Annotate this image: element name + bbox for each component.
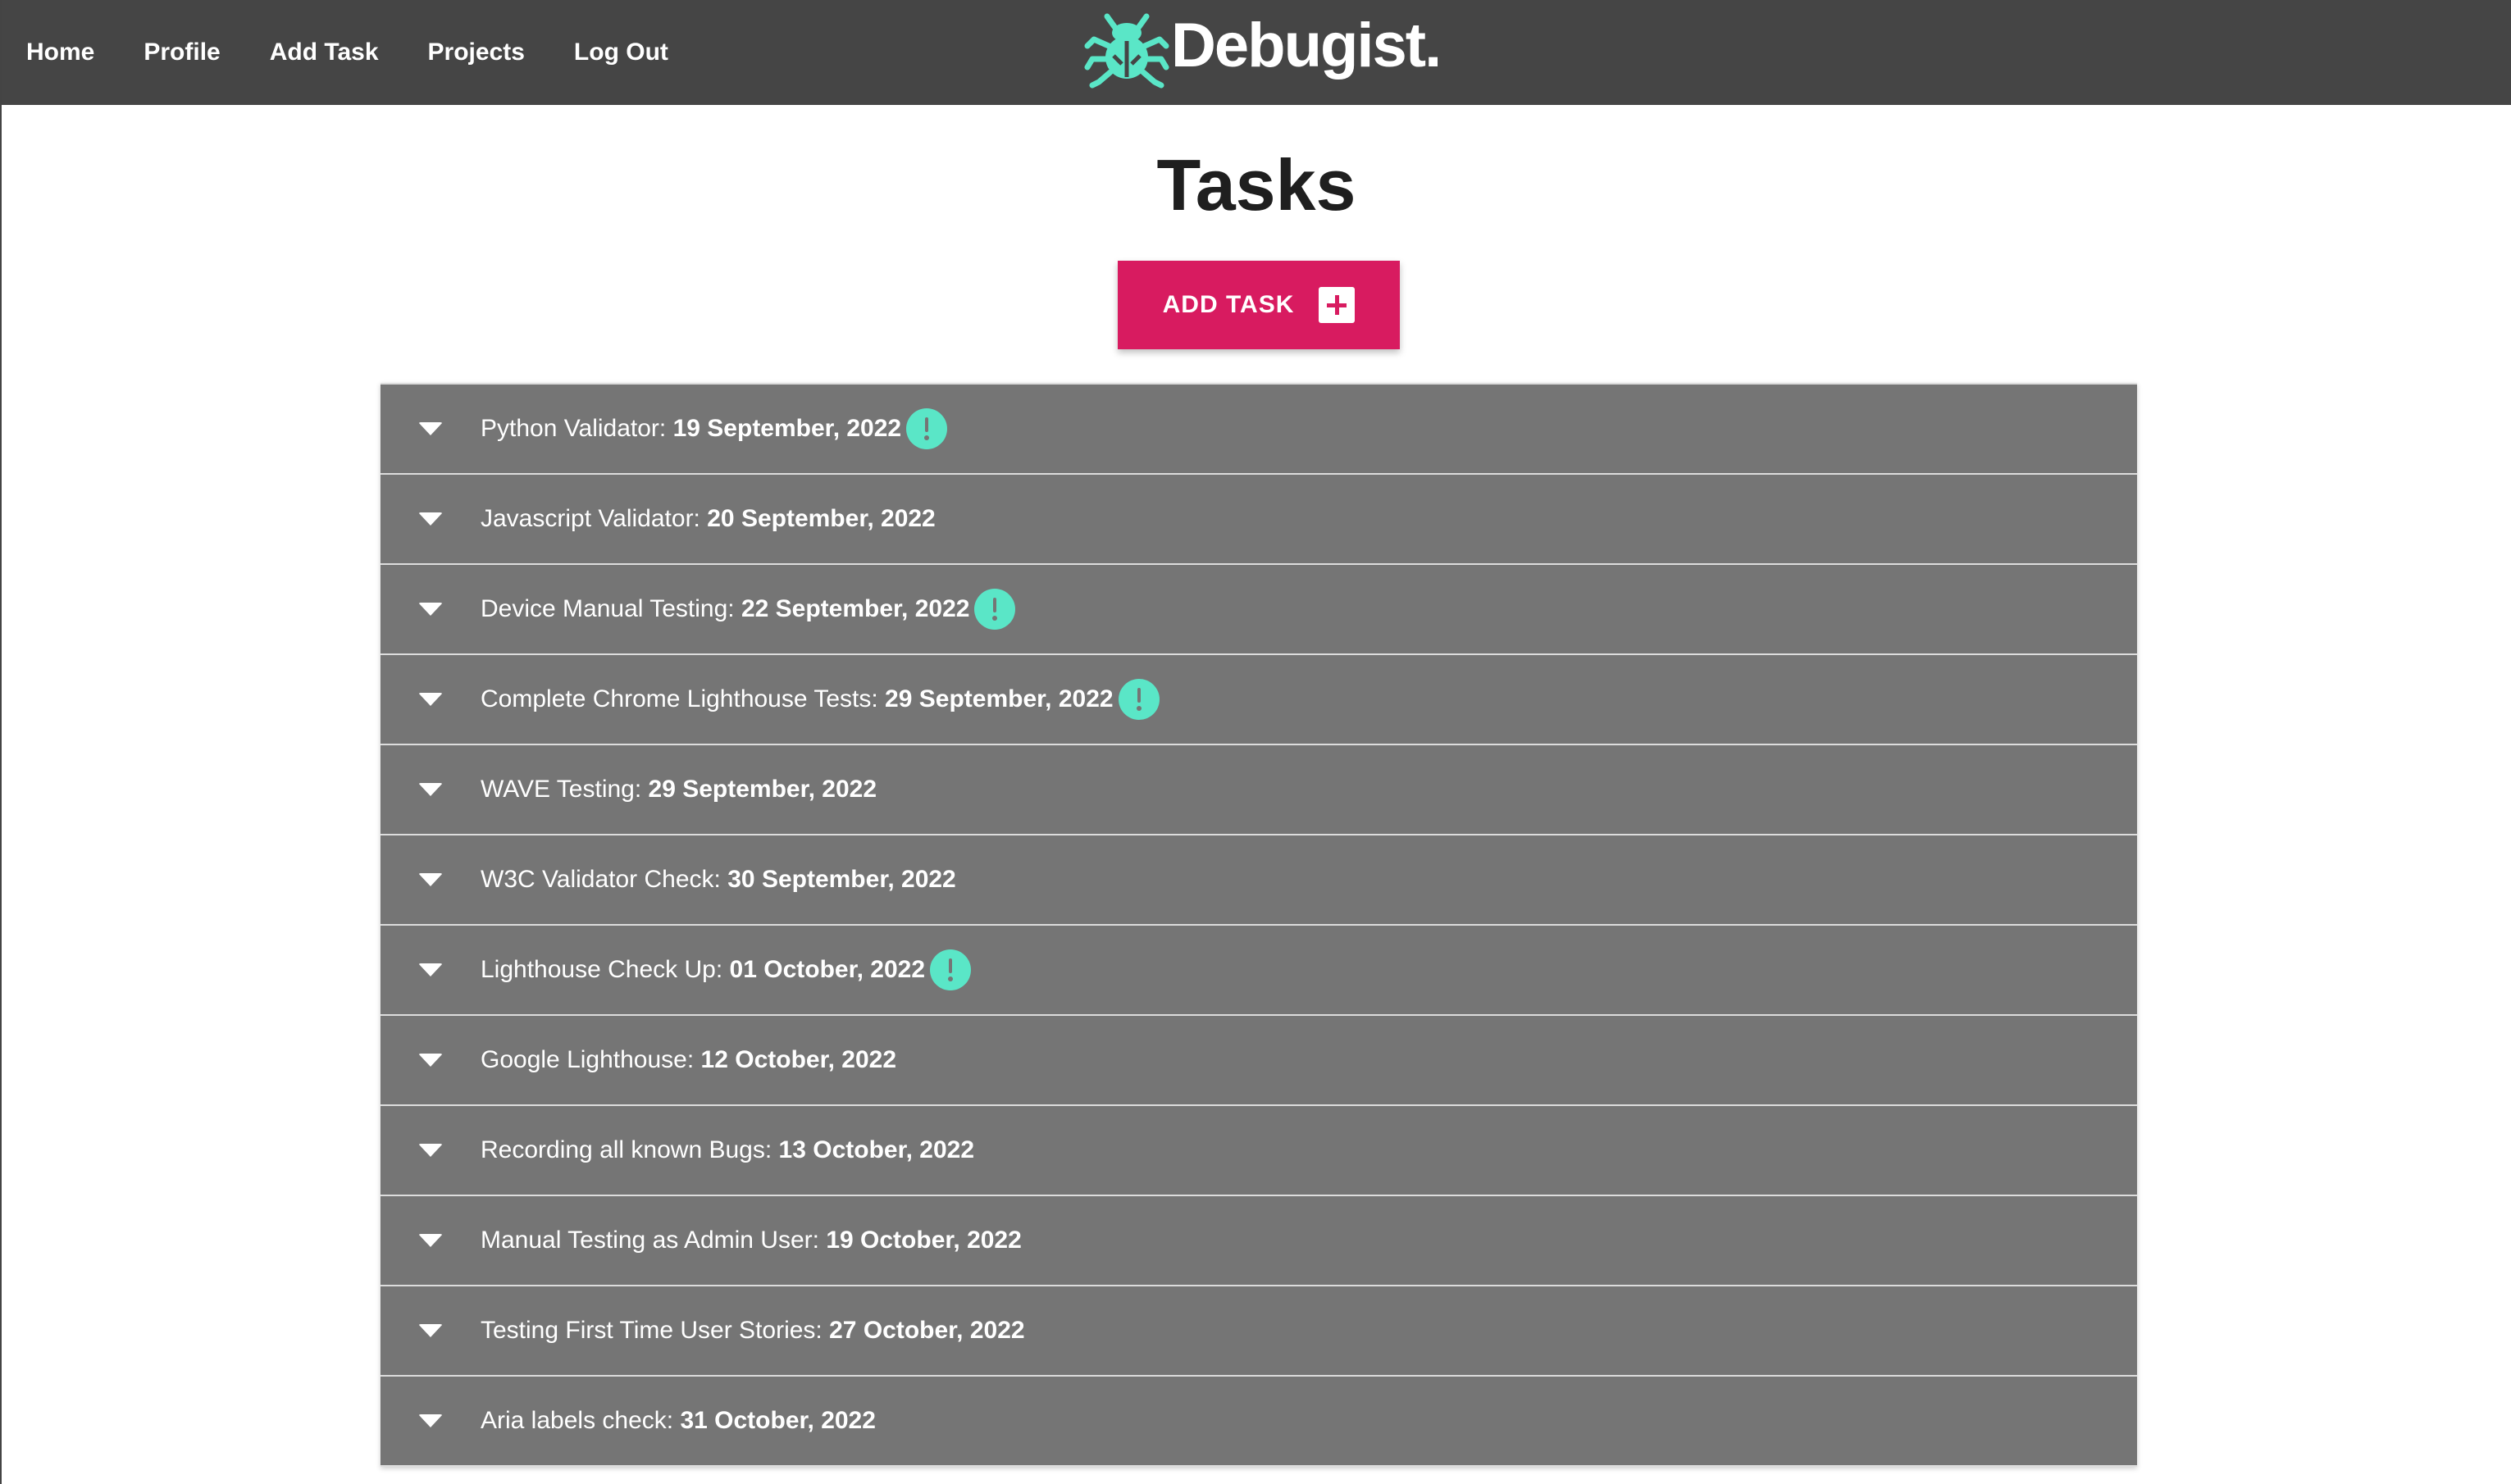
task-row-content: Javascript Validator: 20 September, 2022 [481,505,936,533]
task-due-date: 13 October, 2022 [778,1136,975,1163]
page-title: Tasks [1156,144,1356,225]
task-row-content: Recording all known Bugs: 13 October, 20… [481,1136,974,1164]
task-due-date: 29 September, 2022 [885,685,1114,712]
brand-logo[interactable]: Debugist. [1084,8,1442,90]
chevron-down-icon[interactable] [418,1054,443,1067]
nav-link-home[interactable]: Home [26,39,94,66]
task-name: Manual Testing as Admin User: [481,1227,819,1254]
brand-name: Debugist. [1171,11,1442,80]
task-title: Aria labels check: 31 October, 2022 [481,1407,876,1435]
task-row-content: Aria labels check: 31 October, 2022 [481,1407,876,1435]
task-name: Python Validator: [481,415,667,442]
exclamation-alert-icon [974,589,1016,630]
task-row-content: Complete Chrome Lighthouse Tests: 29 Sep… [481,679,1160,720]
task-due-date: 01 October, 2022 [729,956,926,983]
task-name: Lighthouse Check Up: [481,956,723,983]
task-row-content: Google Lighthouse: 12 October, 2022 [481,1046,896,1074]
task-name: Complete Chrome Lighthouse Tests: [481,685,878,712]
chevron-down-icon[interactable] [418,783,443,796]
task-title: Recording all known Bugs: 13 October, 20… [481,1136,974,1164]
task-title: Complete Chrome Lighthouse Tests: 29 Sep… [481,685,1114,713]
task-row[interactable]: WAVE Testing: 29 September, 2022 [381,745,2137,835]
task-title: Device Manual Testing: 22 September, 202… [481,595,969,623]
task-title: Lighthouse Check Up: 01 October, 2022 [481,956,925,984]
task-row[interactable]: Complete Chrome Lighthouse Tests: 29 Sep… [381,655,2137,745]
task-name: Testing First Time User Stories: [481,1317,823,1344]
task-row[interactable]: Device Manual Testing: 22 September, 202… [381,565,2137,655]
exclamation-alert-icon [1118,679,1160,720]
task-row-content: Device Manual Testing: 22 September, 202… [481,589,1016,630]
add-task-button[interactable]: ADD TASK [1118,261,1400,349]
task-row[interactable]: W3C Validator Check: 30 September, 2022 [381,835,2137,926]
task-due-date: 22 September, 2022 [741,595,970,622]
plus-square-icon [1319,287,1356,323]
task-row[interactable]: Javascript Validator: 20 September, 2022 [381,475,2137,565]
task-name: Recording all known Bugs: [481,1136,772,1163]
task-name: W3C Validator Check: [481,866,721,893]
chevron-down-icon[interactable] [418,693,443,706]
task-title: Testing First Time User Stories: 27 Octo… [481,1317,1025,1345]
task-name: Aria labels check: [481,1407,674,1434]
task-due-date: 31 October, 2022 [680,1407,876,1434]
nav-links: Home Profile Add Task Projects Log Out [26,0,718,105]
nav-link-add-task[interactable]: Add Task [270,39,379,66]
task-row-content: Manual Testing as Admin User: 19 October… [481,1227,1022,1254]
task-title: WAVE Testing: 29 September, 2022 [481,776,877,803]
task-title: Python Validator: 19 September, 2022 [481,415,901,443]
task-title: Google Lighthouse: 12 October, 2022 [481,1046,896,1074]
task-due-date: 30 September, 2022 [727,866,956,893]
task-name: Device Manual Testing: [481,595,735,622]
add-task-button-label: ADD TASK [1162,291,1295,318]
chevron-down-icon[interactable] [418,603,443,616]
task-row[interactable]: Aria labels check: 31 October, 2022 [381,1377,2137,1467]
task-due-date: 20 September, 2022 [707,505,936,532]
chevron-down-icon[interactable] [418,1324,443,1337]
task-title: Manual Testing as Admin User: 19 October… [481,1227,1022,1254]
chevron-down-icon[interactable] [418,422,443,435]
nav-link-log-out[interactable]: Log Out [574,39,668,66]
task-row[interactable]: Google Lighthouse: 12 October, 2022 [381,1016,2137,1106]
chevron-down-icon[interactable] [418,963,443,976]
task-due-date: 19 September, 2022 [672,415,902,442]
exclamation-alert-icon [930,949,972,990]
task-row-content: Lighthouse Check Up: 01 October, 2022 [481,949,972,990]
chevron-down-icon[interactable] [418,1144,443,1157]
task-due-date: 29 September, 2022 [648,776,877,803]
task-row[interactable]: Testing First Time User Stories: 27 Octo… [381,1286,2137,1377]
chevron-down-icon[interactable] [418,1414,443,1427]
task-row-content: Testing First Time User Stories: 27 Octo… [481,1317,1025,1345]
exclamation-alert-icon [906,408,948,449]
task-list: Python Validator: 19 September, 2022 Java… [381,383,2137,1467]
task-title: W3C Validator Check: 30 September, 2022 [481,866,956,894]
chevron-down-icon[interactable] [418,873,443,886]
task-row-content: W3C Validator Check: 30 September, 2022 [481,866,956,894]
chevron-down-icon[interactable] [418,1234,443,1247]
task-row[interactable]: Manual Testing as Admin User: 19 October… [381,1196,2137,1286]
task-row-content: Python Validator: 19 September, 2022 [481,408,948,449]
task-title: Javascript Validator: 20 September, 2022 [481,505,936,533]
task-row[interactable]: Recording all known Bugs: 13 October, 20… [381,1106,2137,1196]
task-name: Javascript Validator: [481,505,700,532]
task-row[interactable]: Python Validator: 19 September, 2022 [381,383,2137,475]
chevron-down-icon[interactable] [418,512,443,526]
task-row-content: WAVE Testing: 29 September, 2022 [481,776,877,803]
task-due-date: 12 October, 2022 [700,1046,897,1073]
task-due-date: 19 October, 2022 [826,1227,1022,1254]
bug-icon [1084,13,1169,89]
nav-link-profile[interactable]: Profile [144,39,220,66]
task-due-date: 27 October, 2022 [829,1317,1025,1344]
app-window: Home Profile Add Task Projects Log Out D… [0,0,2511,1484]
navbar: Home Profile Add Task Projects Log Out D… [2,0,2511,105]
task-name: Google Lighthouse: [481,1046,695,1073]
task-name: WAVE Testing: [481,776,642,803]
task-row[interactable]: Lighthouse Check Up: 01 October, 2022 [381,926,2137,1016]
nav-link-projects[interactable]: Projects [428,39,525,66]
